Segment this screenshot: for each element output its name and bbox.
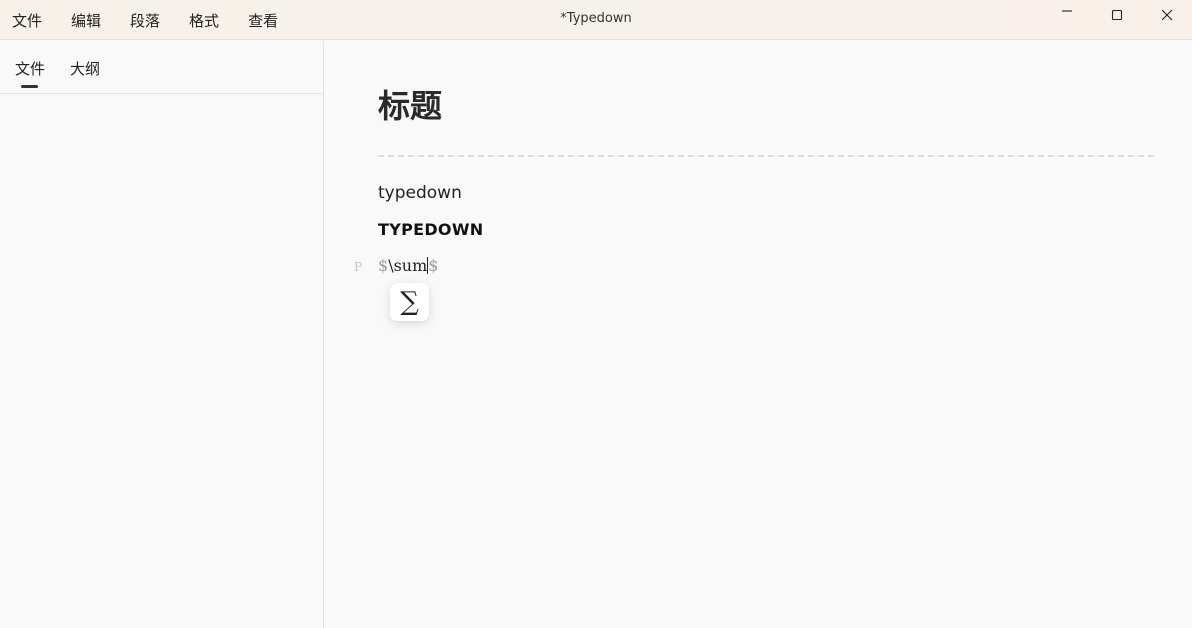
math-close-delimiter: $ — [428, 256, 439, 275]
math-source-text: \sum — [388, 256, 428, 275]
paragraph-marker: P — [354, 260, 363, 274]
tab-outline[interactable]: 大纲 — [70, 58, 100, 79]
math-preview-popup: ∑ — [390, 283, 429, 321]
tab-files[interactable]: 文件 — [15, 58, 45, 79]
window-controls — [1042, 0, 1192, 30]
document-heading[interactable]: 标题 — [378, 81, 442, 127]
menu-format[interactable]: 格式 — [177, 10, 219, 31]
sidebar: 文件 大纲 — [0, 41, 324, 628]
minimize-button[interactable] — [1042, 0, 1092, 30]
active-tab-indicator — [21, 85, 38, 88]
menu-file[interactable]: 文件 — [0, 10, 42, 31]
menu-view[interactable]: 查看 — [236, 10, 278, 31]
close-icon — [1161, 9, 1173, 21]
close-button[interactable] — [1142, 0, 1192, 30]
sum-symbol: ∑ — [400, 287, 419, 317]
menu-edit[interactable]: 编辑 — [59, 10, 101, 31]
minimize-icon — [1062, 10, 1072, 12]
heading-divider — [378, 155, 1154, 157]
sidebar-tabs: 文件 大纲 — [0, 41, 323, 94]
math-open-delimiter: $ — [378, 256, 389, 275]
inline-math-source[interactable]: $ \sum $ — [378, 256, 438, 275]
maximize-icon — [1111, 9, 1123, 21]
menu-bar: 文件 编辑 段落 格式 查看 — [0, 0, 295, 40]
paragraph-bold-text[interactable]: TYPEDOWN — [378, 220, 483, 239]
title-bar: 文件 编辑 段落 格式 查看 *Typedown — [0, 0, 1192, 40]
paragraph-text[interactable]: typedown — [378, 183, 462, 203]
menu-paragraph[interactable]: 段落 — [118, 10, 160, 31]
editor[interactable]: 标题 typedown TYPEDOWN P $ \sum $ ∑ — [325, 41, 1192, 628]
maximize-button[interactable] — [1092, 0, 1142, 30]
